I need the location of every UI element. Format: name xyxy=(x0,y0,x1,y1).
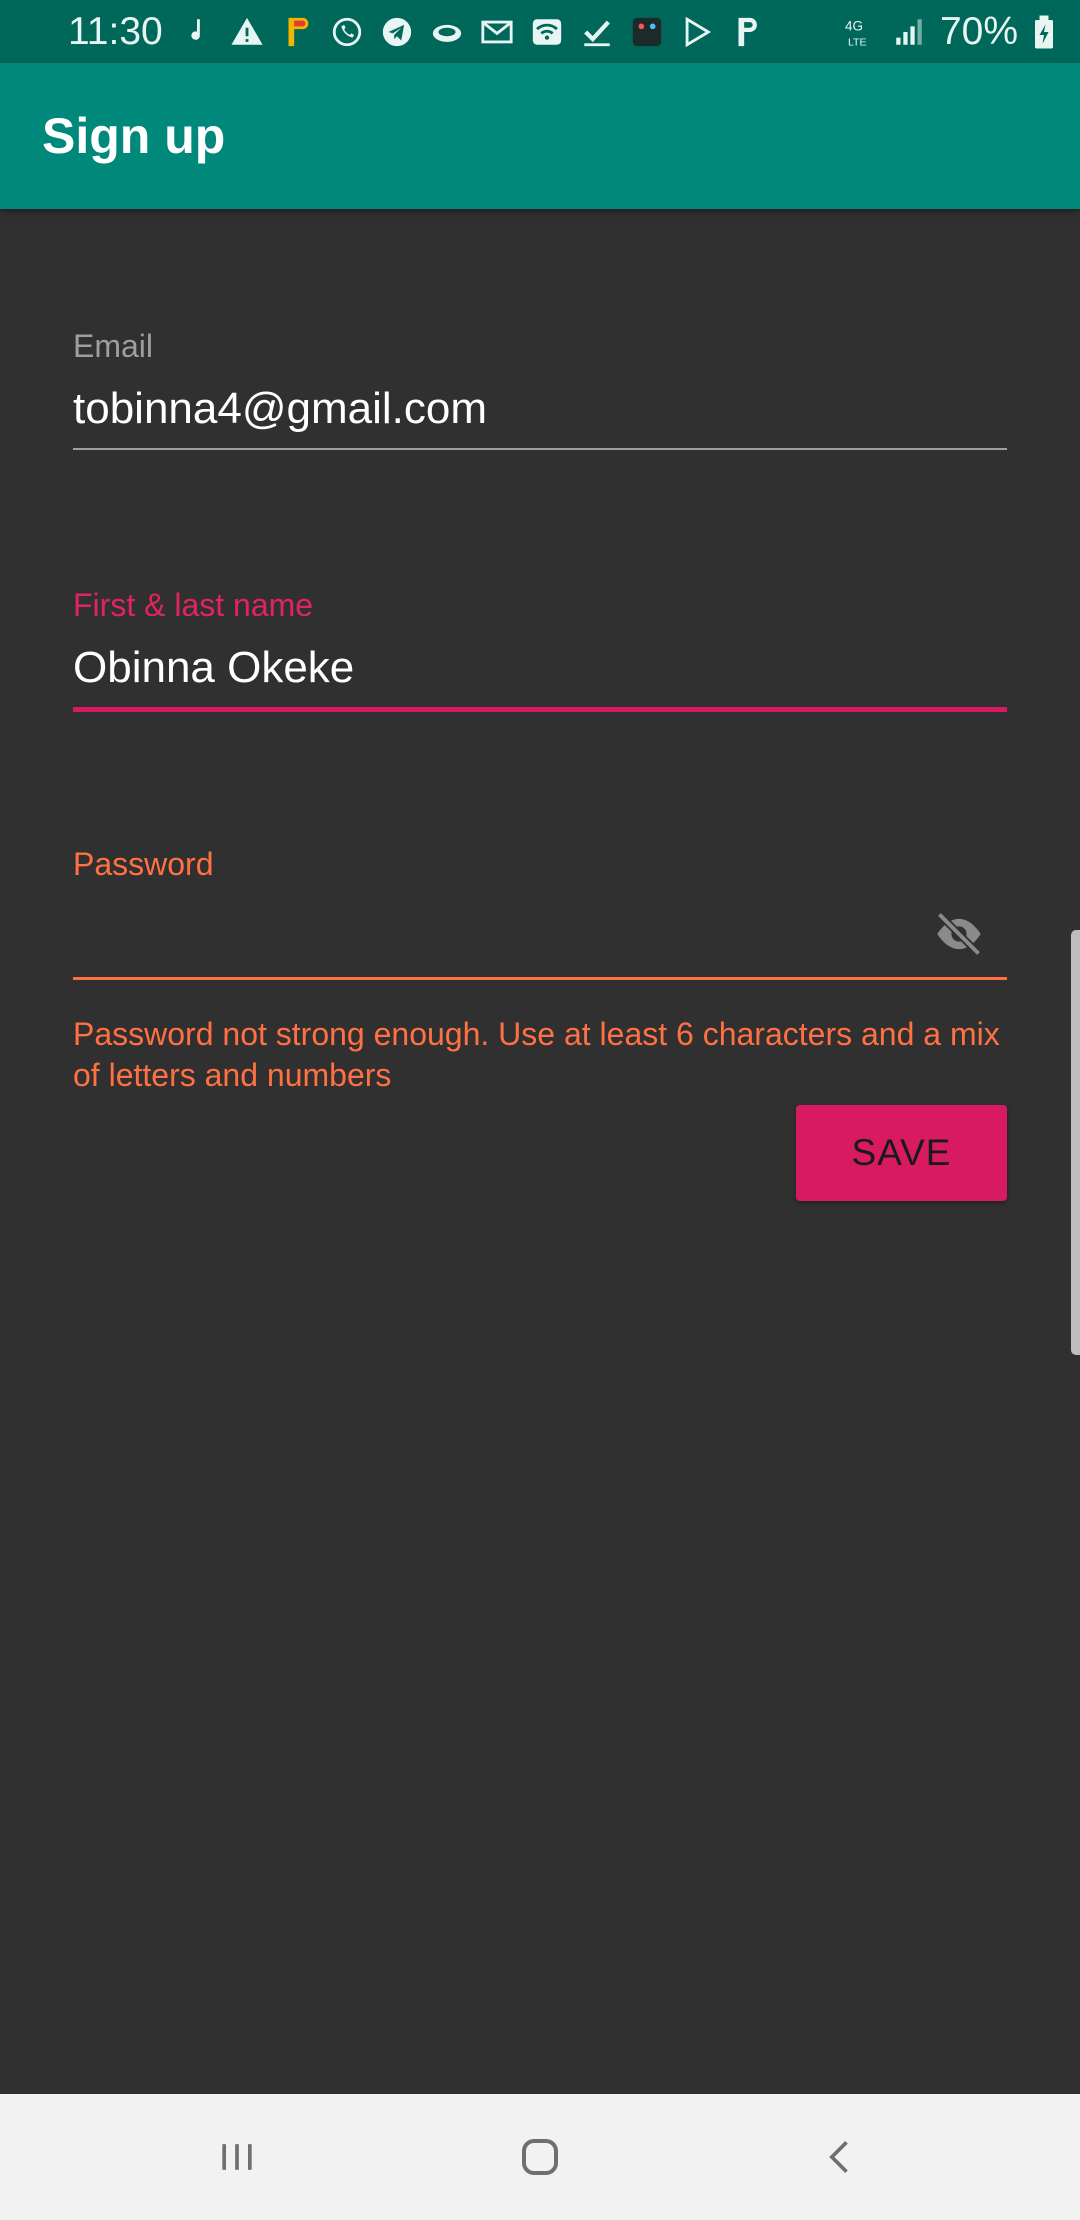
name-underline xyxy=(73,707,1007,712)
email-input[interactable]: tobinna4@gmail.com xyxy=(73,384,487,434)
check-icon xyxy=(578,13,616,51)
notification-icons xyxy=(178,10,778,54)
scrollbar[interactable] xyxy=(1071,930,1080,1355)
status-bar: 11:30 4G LTE 70% xyxy=(0,0,1080,63)
home-icon[interactable] xyxy=(500,2124,580,2190)
pinterest-icon xyxy=(728,13,766,51)
save-button[interactable]: SAVE xyxy=(796,1105,1007,1201)
warning-icon xyxy=(228,13,266,51)
back-icon[interactable] xyxy=(801,2124,881,2190)
email-underline xyxy=(73,448,1007,450)
app-bar: Sign up xyxy=(0,63,1080,209)
status-time: 11:30 xyxy=(68,10,163,53)
page-title: Sign up xyxy=(42,108,226,164)
name-label: First & last name xyxy=(73,587,314,623)
email-field[interactable]: Email tobinna4@gmail.com xyxy=(73,328,1007,458)
wifi-icon xyxy=(528,13,566,51)
password-underline xyxy=(73,977,1007,980)
lte-icon: 4G LTE xyxy=(842,14,878,50)
password-field[interactable]: Password Password not strong enough. Use… xyxy=(73,846,1007,1096)
app-icon xyxy=(628,13,666,51)
password-label: Password xyxy=(73,846,214,882)
signal-icon xyxy=(892,15,926,49)
recent-apps-icon[interactable] xyxy=(197,2124,277,2190)
email-label: Email xyxy=(73,328,154,364)
svg-text:LTE: LTE xyxy=(848,37,866,49)
svg-text:4G: 4G xyxy=(845,19,863,34)
music-note-icon xyxy=(178,13,216,51)
gmail-icon xyxy=(478,13,516,51)
system-nav-bar xyxy=(0,2094,1080,2220)
whatsapp-icon xyxy=(328,13,366,51)
password-error-text: Password not strong enough. Use at least… xyxy=(73,1016,1000,1093)
play-store-app-icon xyxy=(278,13,316,51)
battery-percent: 70% xyxy=(939,10,1018,53)
play-store-icon xyxy=(678,13,716,51)
telegram-icon xyxy=(378,13,416,51)
name-input[interactable]: Obinna Okeke xyxy=(73,643,354,693)
battery-icon xyxy=(1032,14,1056,50)
status-right: 4G LTE 70% xyxy=(828,10,1056,54)
visibility-off-icon[interactable] xyxy=(927,908,991,960)
cloud-icon xyxy=(428,13,466,51)
name-field[interactable]: First & last name Obinna Okeke xyxy=(73,587,1007,717)
